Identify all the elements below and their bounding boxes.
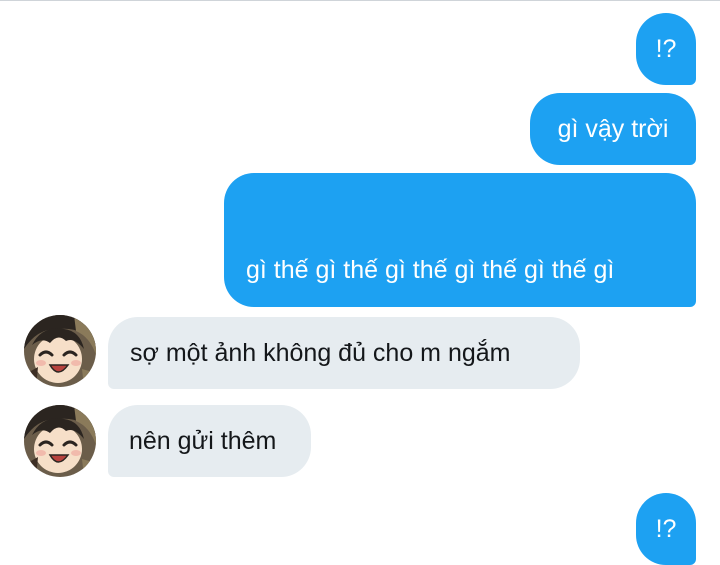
sent-message[interactable]: gì vậy trời	[530, 93, 696, 165]
sent-message[interactable]: gì thế gì thế gì thế gì thế gì thế gì th…	[224, 173, 696, 470]
message-text: !?	[655, 34, 677, 63]
message-text-line: gì thế gì thế gì thế gì thế gì thế gì	[246, 256, 615, 284]
anime-avatar-image	[24, 315, 96, 387]
avatar[interactable]	[24, 315, 96, 387]
message-text: !?	[655, 514, 677, 543]
message-text: sợ một ảnh không đủ cho m ngắm	[130, 338, 511, 367]
sent-message[interactable]: !?	[636, 13, 696, 85]
message-thread: !? gì vậy trời gì thế gì thế gì thế gì t…	[0, 1, 720, 565]
sent-message[interactable]: !?	[636, 493, 696, 565]
message-text: gì vậy trời	[557, 114, 669, 143]
message-text: nên gửi thêm	[129, 426, 277, 455]
received-message[interactable]: nên gửi thêm	[108, 405, 311, 477]
avatar[interactable]	[24, 405, 96, 477]
anime-avatar-image	[24, 405, 96, 477]
received-message[interactable]: sợ một ảnh không đủ cho m ngắm	[108, 317, 580, 389]
